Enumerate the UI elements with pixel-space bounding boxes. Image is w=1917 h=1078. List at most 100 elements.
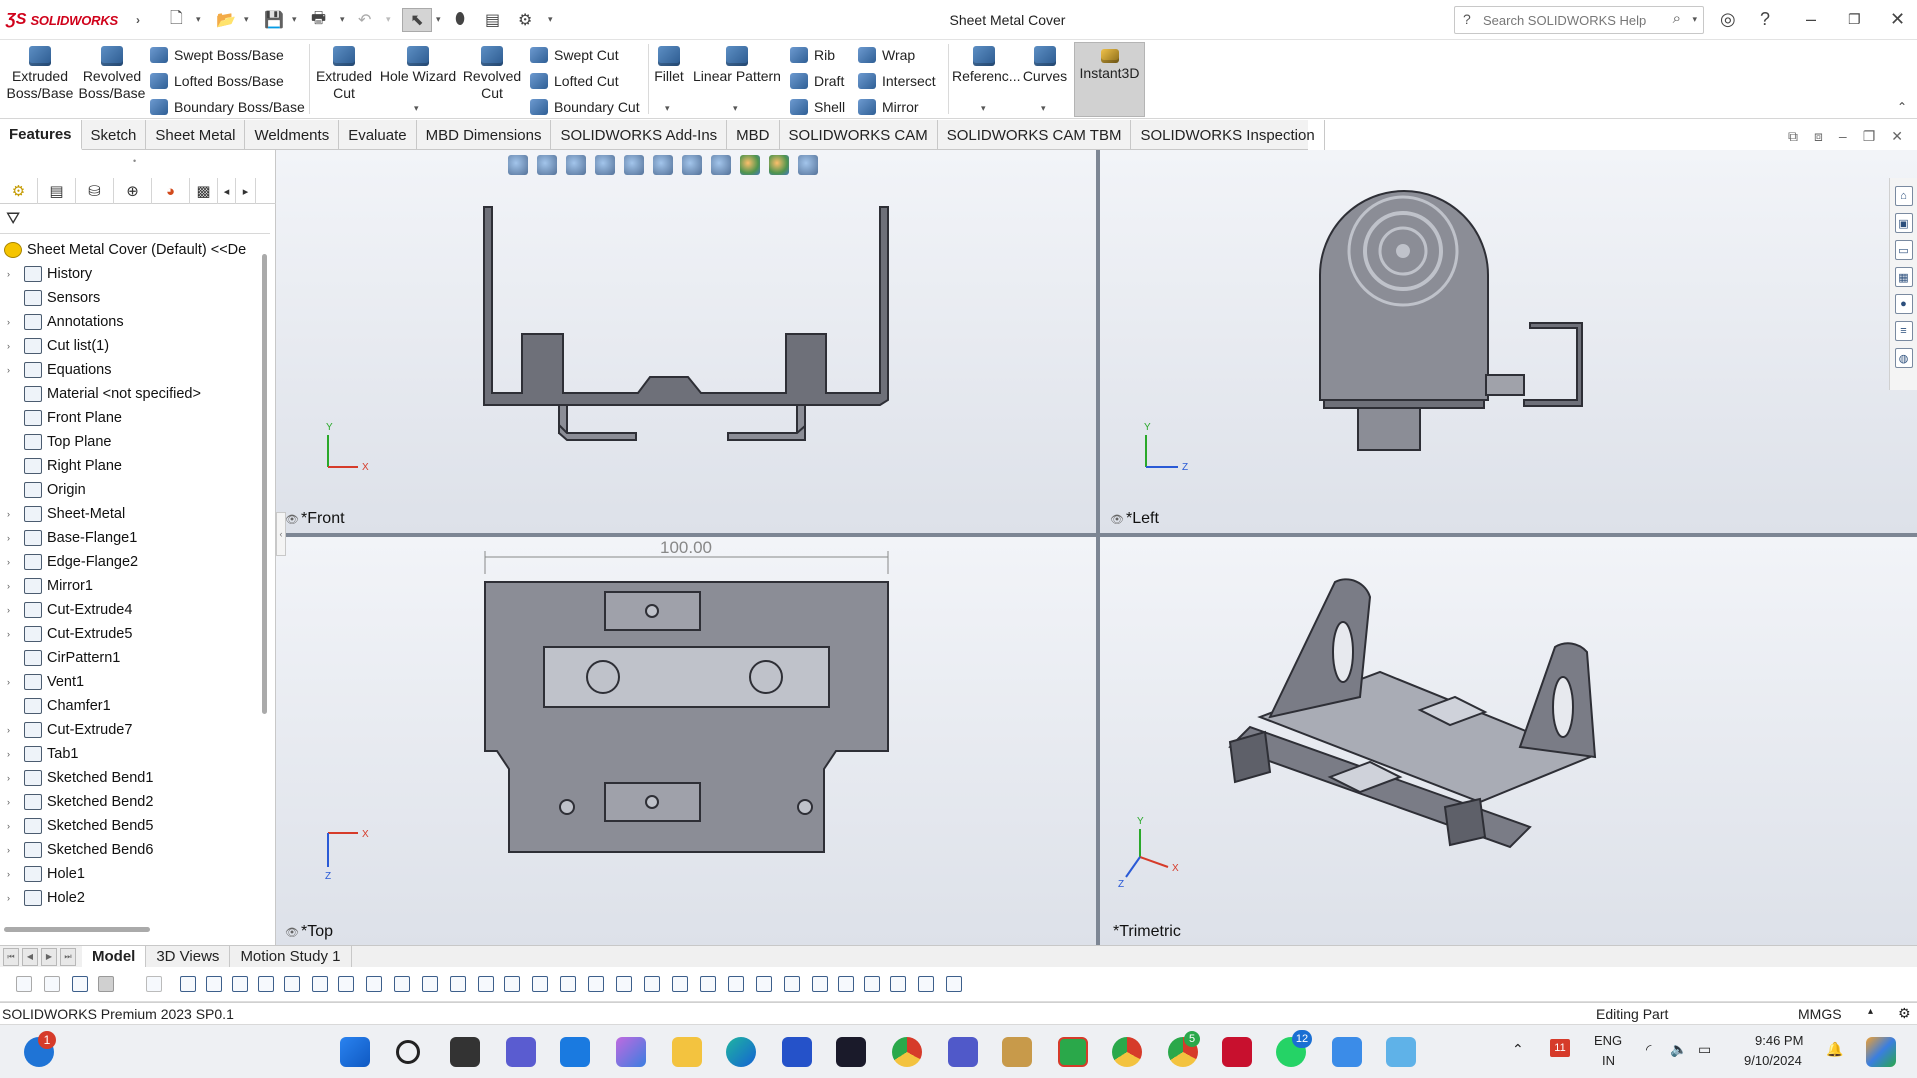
mirror-button[interactable]: Mirror bbox=[858, 95, 919, 119]
filter-surface-bodies-icon[interactable] bbox=[258, 976, 274, 992]
tab-evaluate[interactable]: Evaluate bbox=[339, 120, 417, 150]
customize-status-icon[interactable]: ⚙ bbox=[1898, 1005, 1911, 1022]
save-icon[interactable]: 💾 bbox=[264, 8, 284, 32]
tree-node[interactable]: Top Plane bbox=[0, 431, 112, 453]
tree-node[interactable]: › Tab1 bbox=[0, 743, 78, 765]
viewport-close-icon[interactable]: ✕ bbox=[1891, 128, 1903, 145]
filter-datum-icon[interactable] bbox=[588, 976, 604, 992]
sticky-app-icon[interactable] bbox=[1002, 1037, 1032, 1067]
filter-options-icon[interactable] bbox=[946, 976, 962, 992]
expand-icon[interactable]: › bbox=[7, 629, 19, 639]
dynamic-annotation-icon[interactable] bbox=[624, 155, 644, 175]
filter-center-marks-icon[interactable] bbox=[450, 976, 466, 992]
tree-node[interactable]: › Cut-Extrude5 bbox=[0, 623, 132, 645]
expand-icon[interactable]: › bbox=[7, 869, 19, 879]
task-view-icon[interactable] bbox=[450, 1037, 480, 1067]
expand-icon[interactable]: › bbox=[7, 605, 19, 615]
property-manager-tab-icon[interactable]: ▤ bbox=[38, 178, 76, 204]
extruded-cut-button[interactable]: Extruded Cut bbox=[314, 46, 374, 102]
tab-solidworks-cam[interactable]: SOLIDWORKS CAM bbox=[780, 120, 938, 150]
filter-dimensions-icon[interactable] bbox=[478, 976, 494, 992]
filter-notes-icon[interactable] bbox=[560, 976, 576, 992]
draft-button[interactable]: Draft bbox=[790, 69, 844, 93]
instant3d-button[interactable]: Instant3D bbox=[1074, 42, 1145, 117]
tab-solidworks-inspection[interactable]: SOLIDWORKS Inspection bbox=[1131, 120, 1325, 150]
boundary-cut-button[interactable]: Boundary Cut bbox=[530, 95, 640, 119]
filter-toggle-icon[interactable] bbox=[16, 976, 32, 992]
save-caret-icon[interactable]: ▾ bbox=[292, 14, 297, 25]
select-pointer-icon[interactable] bbox=[98, 976, 114, 992]
tabs-left-icon[interactable]: ◂ bbox=[218, 178, 236, 204]
filter-blocks-icon[interactable] bbox=[644, 976, 660, 992]
tree-node[interactable]: Front Plane bbox=[0, 407, 122, 429]
tree-vertical-scrollbar[interactable] bbox=[262, 254, 267, 714]
curves-button[interactable]: Curves bbox=[1020, 46, 1070, 85]
tree-node[interactable]: Chamfer1 bbox=[0, 695, 111, 717]
tab-model[interactable]: Model bbox=[82, 945, 147, 968]
copilot-pre-icon[interactable] bbox=[1866, 1037, 1896, 1067]
swept-cut-button[interactable]: Swept Cut bbox=[530, 43, 619, 67]
search-taskbar-icon[interactable] bbox=[396, 1040, 420, 1064]
expand-icon[interactable]: › bbox=[7, 533, 19, 543]
viewport-restore-icon[interactable]: ❐ bbox=[1863, 128, 1876, 145]
tab-weldments[interactable]: Weldments bbox=[245, 120, 340, 150]
expand-icon[interactable]: › bbox=[7, 509, 19, 519]
solidworks-forum-icon[interactable]: ◍ bbox=[1894, 348, 1913, 368]
first-tab-icon[interactable]: ⏮ bbox=[3, 947, 19, 966]
expand-icon[interactable]: › bbox=[7, 581, 19, 591]
tab-solidworks-cam-tbm[interactable]: SOLIDWORKS CAM TBM bbox=[938, 120, 1132, 150]
filter-spot-welds-icon[interactable] bbox=[784, 976, 800, 992]
tree-node[interactable]: › Cut-Extrude7 bbox=[0, 719, 132, 741]
tree-node[interactable]: Right Plane bbox=[0, 455, 122, 477]
filter-dimmed-icon[interactable] bbox=[146, 976, 162, 992]
curves-caret-icon[interactable]: ▾ bbox=[1041, 103, 1046, 114]
filter-sketch-points-icon[interactable] bbox=[366, 976, 382, 992]
solidworks-taskbar-icon[interactable] bbox=[1222, 1037, 1252, 1067]
dimxpert-tab-icon[interactable]: ⊕ bbox=[114, 178, 152, 204]
new-caret-icon[interactable]: ▾ bbox=[196, 14, 201, 25]
select-icon[interactable]: ⬉ bbox=[402, 8, 432, 32]
tree-node[interactable]: › Vent1 bbox=[0, 671, 84, 693]
collapse-ribbon-icon[interactable]: ⌃ bbox=[1897, 100, 1907, 114]
revolved-cut-button[interactable]: Revolved Cut bbox=[462, 46, 522, 102]
file-properties-icon[interactable]: ▤ bbox=[485, 8, 500, 32]
view-orientation-icon[interactable] bbox=[653, 155, 673, 175]
vertical-view-divider[interactable] bbox=[1096, 150, 1100, 945]
viewport-top[interactable]: 100.00 X Z 👁 *Top bbox=[276, 537, 1096, 945]
new-document-icon[interactable]: 🗋 bbox=[170, 8, 183, 32]
expand-icon[interactable]: › bbox=[7, 317, 19, 327]
search-caret-icon[interactable]: ▾ bbox=[1692, 14, 1697, 25]
filter-connection-points-icon[interactable] bbox=[728, 976, 744, 992]
region-code[interactable]: IN bbox=[1602, 1053, 1615, 1068]
select-caret-icon[interactable]: ▾ bbox=[436, 14, 441, 25]
zoom-to-area-icon[interactable] bbox=[537, 155, 557, 175]
filter-solid-bodies-icon[interactable] bbox=[284, 976, 300, 992]
linear-pattern-button[interactable]: Linear Pattern bbox=[690, 46, 784, 85]
tree-node[interactable]: › Base-Flange1 bbox=[0, 527, 137, 549]
panel-grip-dot[interactable]: • bbox=[133, 156, 136, 166]
filter-dowel-pins-icon[interactable] bbox=[700, 976, 716, 992]
close-icon[interactable]: ✕ bbox=[1890, 9, 1905, 30]
filter-weld-bead-icon[interactable] bbox=[918, 976, 934, 992]
zoom-to-fit-icon[interactable] bbox=[508, 155, 528, 175]
rib-button[interactable]: Rib bbox=[790, 43, 835, 67]
tree-node[interactable]: Origin bbox=[0, 479, 86, 501]
viewport-left[interactable]: Y Z 👁 *Left bbox=[1100, 150, 1917, 533]
teams-icon[interactable] bbox=[948, 1037, 978, 1067]
expand-icon[interactable]: › bbox=[7, 365, 19, 375]
tree-root[interactable]: Sheet Metal Cover (Default) <<De bbox=[0, 239, 246, 261]
show-hidden-icons[interactable]: ⌃ bbox=[1512, 1041, 1524, 1058]
reference-geometry-button[interactable]: Referenc... bbox=[952, 46, 1020, 85]
tree-node[interactable]: Sensors bbox=[0, 287, 100, 309]
photos-app-icon[interactable] bbox=[1332, 1037, 1362, 1067]
tree-node[interactable]: › Sketched Bend1 bbox=[0, 767, 153, 789]
wrap-button[interactable]: Wrap bbox=[858, 43, 915, 67]
tree-node[interactable]: Material <not specified> bbox=[0, 383, 201, 405]
viewport-trimetric[interactable]: Y X Z *Trimetric bbox=[1100, 537, 1917, 945]
tab-mbd-dimensions[interactable]: MBD Dimensions bbox=[417, 120, 552, 150]
print-icon[interactable]: 🖶 bbox=[311, 8, 326, 32]
language-code[interactable]: ENG bbox=[1594, 1033, 1622, 1048]
filter-vertices-icon[interactable] bbox=[180, 976, 196, 992]
filter-surface-finish-icon[interactable] bbox=[504, 976, 520, 992]
expand-icon[interactable]: › bbox=[7, 725, 19, 735]
